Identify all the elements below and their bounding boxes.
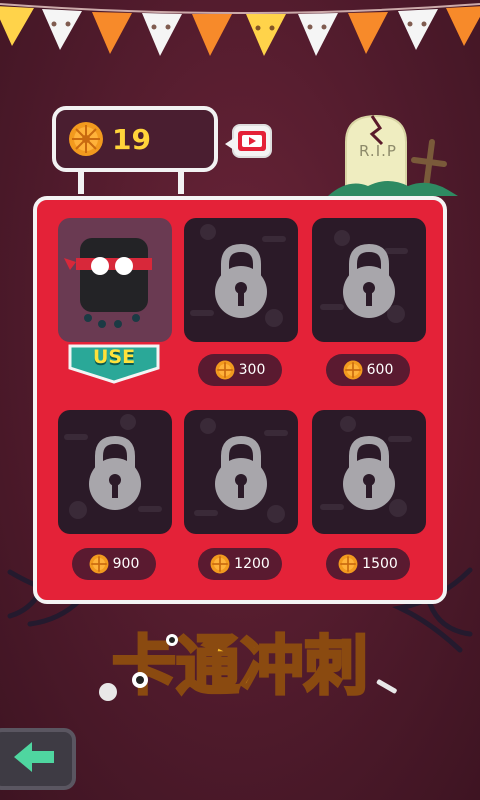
coin-balance-panel: 19 <box>52 106 218 172</box>
pumpkin-coin-icon <box>210 554 230 574</box>
watch-video-button[interactable] <box>225 124 272 158</box>
halloween-bunting <box>0 3 480 56</box>
padlock-icon <box>89 435 141 510</box>
tombstone-text: R.I.P <box>359 142 397 160</box>
price-value: 300 <box>238 362 266 378</box>
pumpkin-coin-icon <box>343 360 363 380</box>
pumpkin-coin-icon <box>69 122 103 156</box>
padlock-icon <box>343 435 395 510</box>
logo-title: 卡通冲刺 <box>112 630 368 704</box>
price-value: 600 <box>366 362 394 378</box>
video-play-icon <box>238 131 266 151</box>
use-button[interactable]: USE <box>68 346 160 368</box>
pumpkin-coin-icon <box>89 554 109 574</box>
panel-post-left <box>78 172 84 194</box>
price-tag-6: 1500 <box>326 548 410 580</box>
price-value: 1500 <box>362 556 398 572</box>
back-button[interactable] <box>0 728 76 790</box>
price-tag-4: 900 <box>72 548 156 580</box>
padlock-icon <box>343 243 395 318</box>
pumpkin-coin-icon <box>338 554 358 574</box>
panel-post-right <box>178 172 184 194</box>
character-slot-3[interactable] <box>312 218 426 342</box>
character-slot-4[interactable] <box>58 410 172 534</box>
price-value: 1200 <box>234 556 270 572</box>
character-slot-6[interactable] <box>312 410 426 534</box>
pumpkin-coin-icon <box>215 360 235 380</box>
character-slot-5[interactable] <box>184 410 298 534</box>
back-arrow-icon <box>14 742 54 772</box>
character-slot-2[interactable] <box>184 218 298 342</box>
price-tag-2: 300 <box>198 354 282 386</box>
ninja-character <box>64 238 152 328</box>
padlock-icon <box>215 243 267 318</box>
price-tag-5: 1200 <box>198 548 282 580</box>
coin-count: 19 <box>112 122 151 156</box>
price-tag-3: 600 <box>326 354 410 386</box>
character-slot-1[interactable] <box>58 218 172 342</box>
game-logo: 卡通冲刺 <box>99 629 397 706</box>
price-value: 900 <box>112 556 140 572</box>
padlock-icon <box>215 435 267 510</box>
